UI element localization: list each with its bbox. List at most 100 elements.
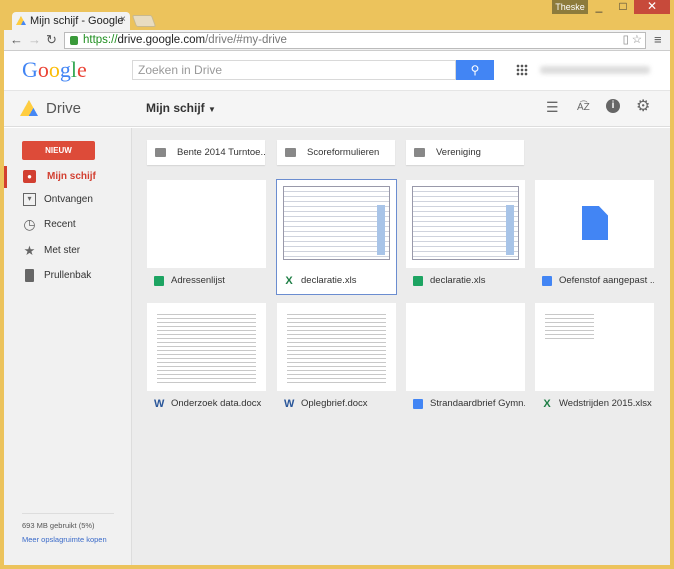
drive-folder-icon: ● [23,170,36,183]
new-button[interactable]: NIEUW [22,141,95,160]
address-bar[interactable]: https://drive.google.com/drive/#my-drive… [64,32,646,49]
file-thumbnail [406,180,525,268]
file-thumbnail [277,303,396,391]
url-host: drive.google.com [117,34,206,46]
sidebar-item-label: Mijn schijf [47,171,96,182]
url-path: /drive/#my-drive [205,34,287,46]
shared-folder-icon [155,148,166,157]
sidebar-item-label: Prullenbak [44,270,92,281]
inbox-icon: ▾ [23,193,36,206]
folder-item[interactable]: Scoreformulieren [277,140,395,165]
file-card[interactable]: W Oplegbrief.docx [277,303,396,417]
excel-icon: X [285,275,293,287]
file-name: declaratie.xls [301,275,357,286]
folder-name: Vereniging [436,147,481,158]
file-card[interactable]: Adressenlijst [147,180,266,294]
browser-toolbar: ← → ↻ https://drive.google.com/drive/#my… [4,30,670,51]
search-button[interactable]: ⚲ [456,60,494,80]
file-card[interactable]: Xdeclaratie.xls [276,179,397,295]
sidebar-item-label: Ontvangen [44,194,93,205]
info-icon[interactable]: i [606,99,620,113]
file-card[interactable]: Strandaardbrief Gymn... [406,303,525,417]
google-logo[interactable]: Google [22,57,87,83]
sidebar-item-recent[interactable]: ◷ Recent [4,214,131,236]
docs-icon [413,399,423,409]
file-card[interactable]: declaratie.xls [406,180,525,294]
sidebar-item-label: Recent [44,219,76,230]
file-name: Adressenlijst [171,275,225,286]
tab-title: Mijn schijf - Google [30,15,124,27]
account-email-blurred[interactable] [540,66,650,74]
excel-icon: X [543,398,551,410]
close-window-icon[interactable]: ✕ [634,0,670,14]
tab-close-icon[interactable]: × [120,14,126,25]
apps-grid-icon[interactable] [516,64,528,76]
url-scheme: https:// [83,34,118,46]
lock-icon [70,36,78,45]
drive-app: Google Zoeken in Drive ⚲ Drive Mijn schi… [4,51,670,565]
star-icon: ★ [23,243,36,258]
folder-item[interactable]: Vereniging [406,140,524,165]
sidebar-item-mijn-schijf[interactable]: ● Mijn schijf [4,166,131,188]
folder-icon [414,148,425,157]
file-card[interactable]: Oefenstof aangepast ... [535,180,654,294]
sheets-icon [413,276,423,286]
minimize-icon[interactable]: _ [588,0,610,14]
new-tab-button[interactable] [131,15,157,27]
search-input[interactable]: Zoeken in Drive [132,60,456,80]
browser-tab[interactable]: Mijn schijf - Google [12,12,130,31]
search-icon: ⚲ [470,63,480,77]
app-name: Drive [46,100,82,117]
forward-icon[interactable]: → [28,32,41,47]
file-thumbnail [406,303,525,391]
reader-icon[interactable]: ▯ [623,33,629,48]
file-thumbnail [277,180,396,268]
settings-gear-icon[interactable]: ⚙ [636,96,650,116]
google-header: Google Zoeken in Drive ⚲ [4,51,670,91]
profile-badge[interactable]: Theske [552,0,588,14]
drive-favicon-icon [16,16,26,25]
folder-icon [285,148,296,157]
caret-down-icon: ▼ [208,105,216,114]
folder-name: Bente 2014 Turntoe... [177,147,265,158]
trash-icon [25,269,34,282]
file-name: Onderzoek data.docx [171,398,262,409]
folder-item[interactable]: Bente 2014 Turntoe... [147,140,265,165]
drive-logo-icon [20,100,38,116]
word-icon: W [284,398,295,410]
file-thumbnail [535,180,654,268]
reload-icon[interactable]: ↻ [46,32,57,48]
location-dropdown[interactable]: Mijn schijf ▼ [146,101,216,115]
storage-quota: 693 MB gebruikt (5%) [22,521,95,530]
file-card[interactable]: X Wedstrijden 2015.xlsx [535,303,654,417]
divider [22,513,114,514]
drive-toolbar: Drive Mijn schijf ▼ ☰ A͡Z i ⚙ [4,91,670,127]
file-name: Oefenstof aangepast ... [559,275,654,286]
file-area: Bente 2014 Turntoe... Scoreformulieren V… [132,128,670,565]
word-icon: W [154,398,165,410]
folder-name: Scoreformulieren [307,147,380,158]
buy-storage-link[interactable]: Meer opslagruimte kopen [22,535,107,544]
star-bookmark-icon[interactable]: ☆ [632,33,642,48]
sidebar-item-prullenbak[interactable]: Prullenbak [4,265,131,287]
file-name: Wedstrijden 2015.xlsx [559,398,652,409]
sidebar: NIEUW ● Mijn schijf ▾ Ontvangen ◷ Recent ★ M… [4,128,132,565]
file-thumbnail [147,303,266,391]
file-card[interactable]: W Onderzoek data.docx [147,303,266,417]
docs-icon [542,276,552,286]
location-label: Mijn schijf [146,101,205,115]
maximize-icon[interactable]: □ [612,0,634,14]
sheets-icon [154,276,164,286]
sidebar-item-met-ster[interactable]: ★ Met ster [4,240,131,262]
menu-icon[interactable]: ≡ [654,32,662,47]
docs-large-icon [582,206,608,240]
file-name: Strandaardbrief Gymn... [430,398,525,409]
sidebar-item-ontvangen[interactable]: ▾ Ontvangen [4,189,131,211]
clock-icon: ◷ [23,216,36,232]
file-name: declaratie.xls [430,275,486,286]
sidebar-item-label: Met ster [44,245,81,256]
back-icon[interactable]: ← [10,32,23,47]
file-name: Oplegbrief.docx [301,398,368,409]
sort-az-icon[interactable]: A͡Z [577,102,590,113]
list-view-icon[interactable]: ☰ [546,99,559,116]
